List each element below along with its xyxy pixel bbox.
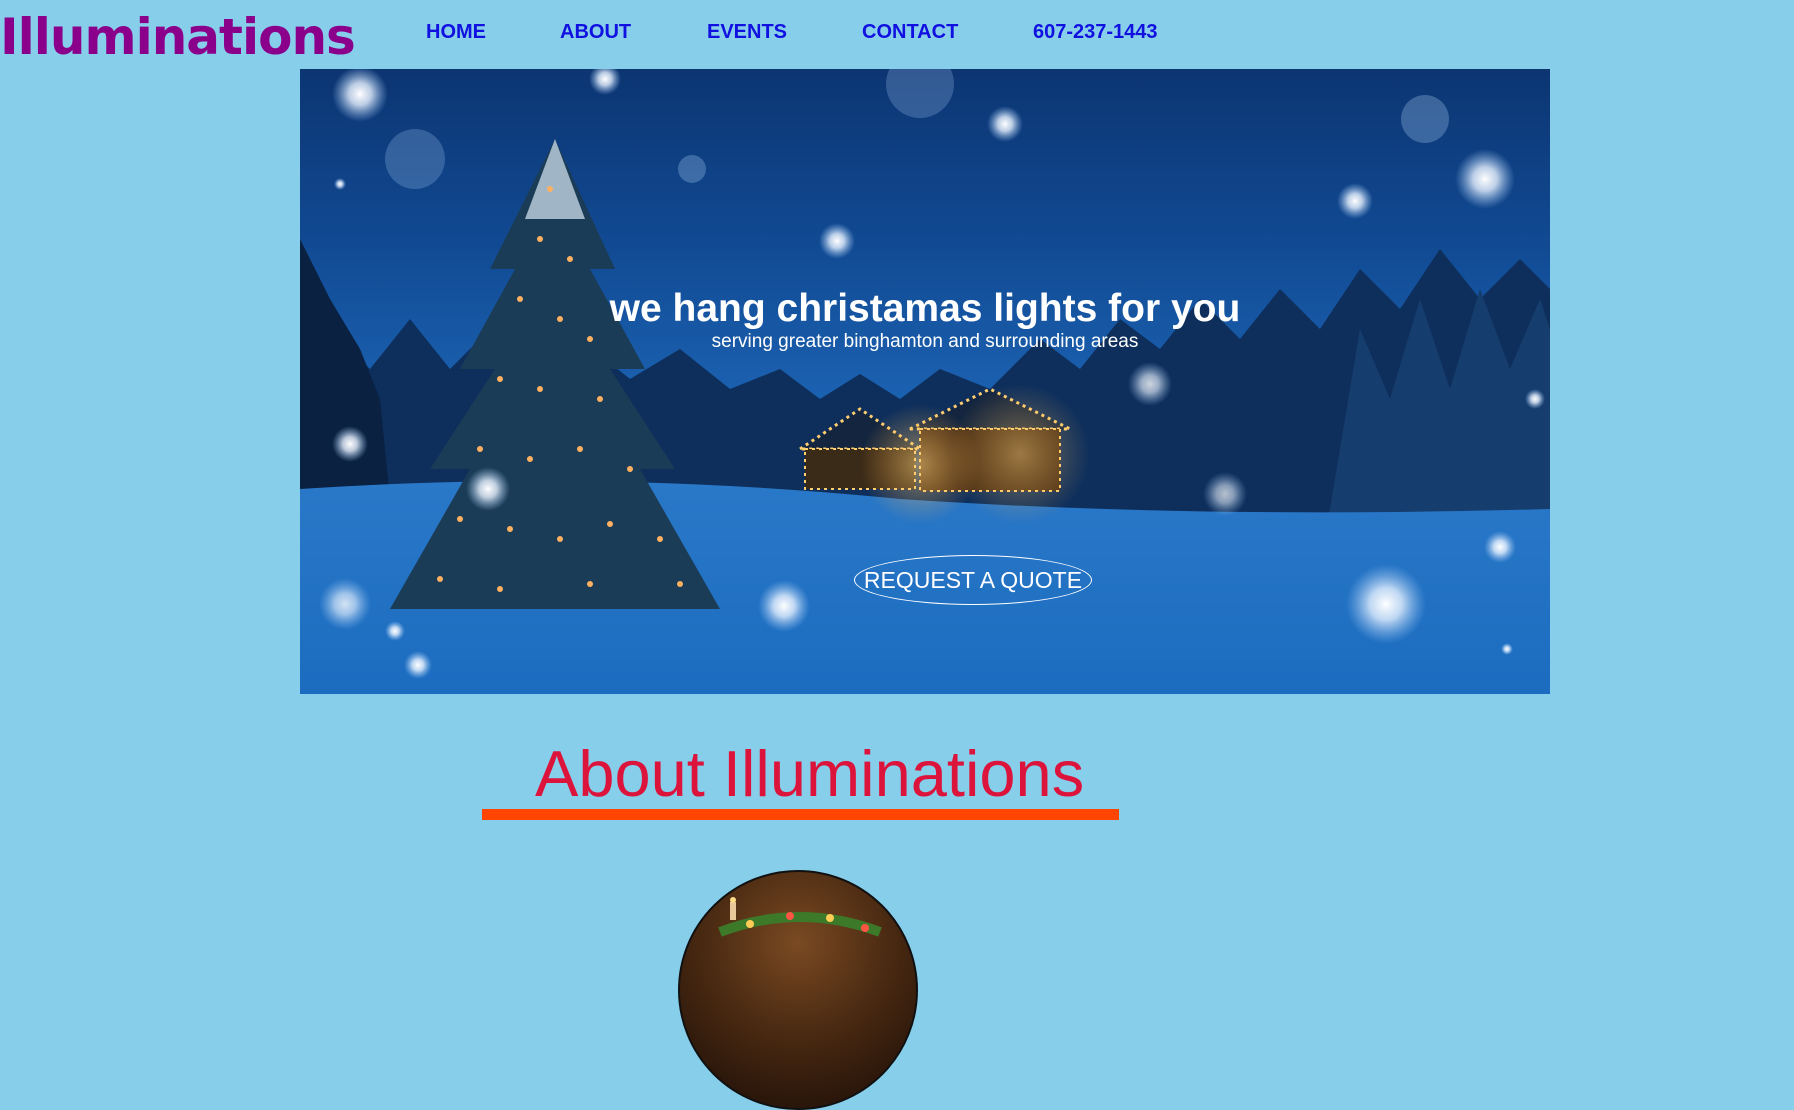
about-photo-image [718, 897, 882, 937]
nav-home-link[interactable]: HOME [426, 20, 486, 44]
hero-banner: we hang christamas lights for you servin… [300, 69, 1550, 694]
hero-subtitle: serving greater binghamton and surroundi… [711, 331, 1139, 352]
about-underline-divider [482, 809, 1119, 820]
nav-events-link[interactable]: EVENTS [707, 20, 787, 44]
hero-title: we hang christamas lights for you [609, 287, 1241, 330]
about-heading: About Illuminations [535, 737, 1085, 810]
nav-about-link[interactable]: ABOUT [560, 20, 631, 44]
about-photo [678, 870, 918, 1110]
site-logo[interactable]: Illuminations [0, 12, 356, 62]
request-quote-button[interactable]: REQUEST A QUOTE [854, 555, 1092, 605]
nav-phone-link[interactable]: 607-237-1443 [1033, 20, 1158, 44]
nav-contact-link[interactable]: CONTACT [862, 20, 958, 44]
